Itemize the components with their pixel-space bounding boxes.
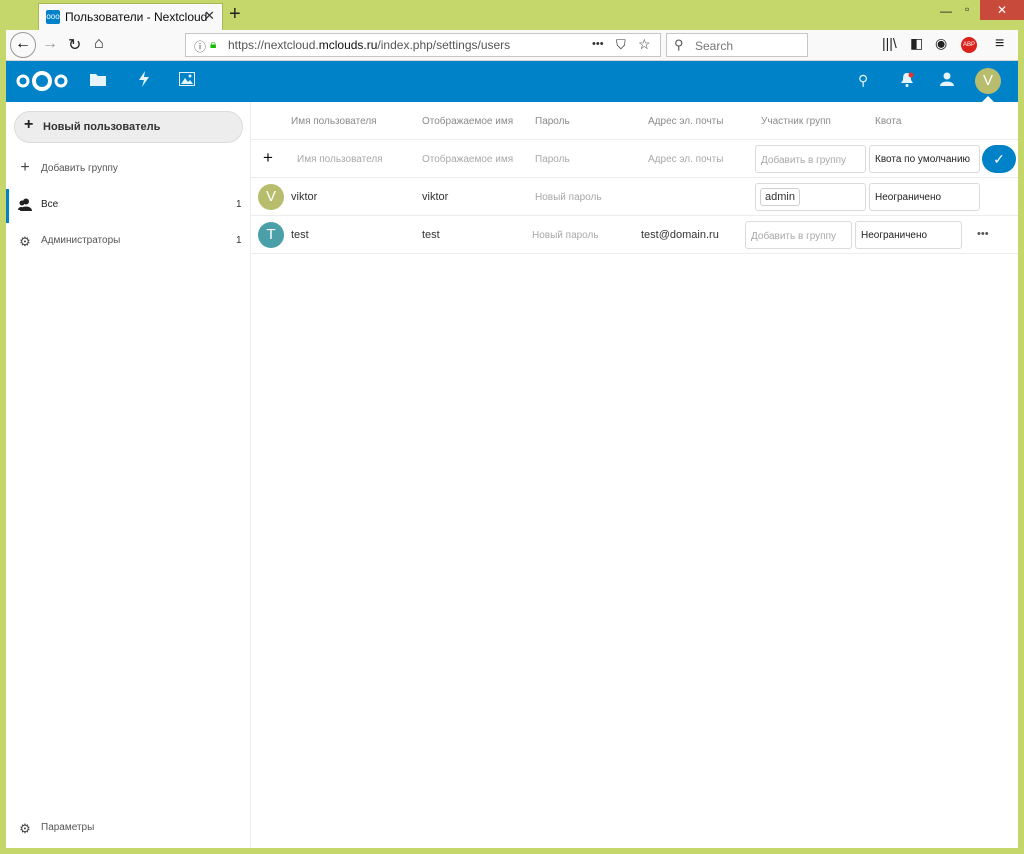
new-user-row: + Имя пользователя Отображаемое имя Паро… <box>251 140 1018 178</box>
add-group-button[interactable]: + Добавить группу <box>6 153 250 187</box>
active-indicator <box>6 189 9 223</box>
settings-label: Параметры <box>41 822 95 833</box>
displayname-field[interactable]: test <box>422 229 440 241</box>
quota-select[interactable]: Неограничено <box>855 221 962 249</box>
username: viktor <box>291 191 318 203</box>
notifications-icon[interactable] <box>900 72 914 93</box>
sidebar-toggle-icon[interactable]: ◧ <box>910 35 923 52</box>
nextcloud-logo-icon[interactable] <box>16 69 68 93</box>
new-tab-icon[interactable]: + <box>229 3 241 26</box>
maximize-icon[interactable]: ▫ <box>965 2 969 16</box>
groups-select[interactable]: admin <box>755 183 866 211</box>
browser-tab[interactable]: ooo Пользователи - Nextcloud ✕ <box>38 3 223 30</box>
password-field[interactable]: Новый пароль <box>532 230 599 241</box>
username: test <box>291 229 309 241</box>
email-input[interactable]: Адрес эл. почты <box>648 154 723 165</box>
sidebar-item-everyone[interactable]: Все 1 <box>6 189 250 223</box>
displayname-input[interactable]: Отображаемое имя <box>422 154 513 165</box>
column-header: Имя пользователя <box>291 116 377 127</box>
menu-icon[interactable]: ≡ <box>995 35 1004 53</box>
sidebar-item-label: Администраторы <box>41 235 121 246</box>
nextcloud-header: ⚲ V <box>6 61 1018 102</box>
window-close-icon[interactable]: ✕ <box>980 0 1024 20</box>
column-header: Отображаемое имя <box>422 116 514 127</box>
column-header: Квота <box>875 116 902 127</box>
groups-placeholder: Добавить в группу <box>761 155 846 166</box>
table-row: V viktor viktor Новый пароль admin Неогр… <box>251 178 1018 216</box>
column-header: Пароль <box>535 116 570 127</box>
table-row: T test test Новый пароль test@domain.ru … <box>251 216 1018 254</box>
search-bar[interactable]: ⚲ Search <box>666 33 808 57</box>
user-avatar[interactable]: V <box>975 68 1001 94</box>
new-user-label: Новый пользователь <box>43 121 161 133</box>
password-input[interactable]: Пароль <box>535 154 570 165</box>
minimize-icon[interactable]: — <box>940 4 952 18</box>
search-icon: ⚲ <box>674 37 684 52</box>
browser-toolbar: ← → ↻ ⌂ ⓘ 🔒︎ https://nextcloud.mclouds.r… <box>6 30 1018 61</box>
column-header: Адрес эл. почты <box>648 116 724 127</box>
sidebar-item-label: Все <box>41 199 59 210</box>
settings-button[interactable]: ⚙ Параметры <box>6 812 250 846</box>
confirm-button[interactable]: ✓ <box>982 145 1016 173</box>
lock-icon[interactable]: 🔒︎ <box>210 37 216 52</box>
plus-icon: + <box>20 159 30 176</box>
column-header: Участник групп <box>761 116 831 127</box>
home-icon[interactable]: ⌂ <box>94 35 104 53</box>
main-content: + Новый пользователь + Добавить группу В… <box>6 102 1018 848</box>
reload-icon[interactable]: ↻ <box>68 35 81 55</box>
displayname-field[interactable]: viktor <box>422 191 448 203</box>
new-user-button[interactable]: + Новый пользователь <box>14 111 243 143</box>
info-icon[interactable]: ⓘ <box>194 38 206 55</box>
activity-icon[interactable] <box>138 71 150 92</box>
group-tag: admin <box>760 188 800 206</box>
username-input[interactable]: Имя пользователя <box>297 154 383 165</box>
plus-icon: + <box>263 148 273 167</box>
search-placeholder: Search <box>695 39 734 53</box>
email-field[interactable]: test@domain.ru <box>641 229 719 241</box>
more-actions-icon[interactable]: ••• <box>977 228 989 240</box>
groups-select[interactable]: Добавить в группу <box>745 221 852 249</box>
plus-icon: + <box>24 116 34 133</box>
account-icon[interactable]: ◉ <box>935 35 947 52</box>
page-actions-icon[interactable]: ••• <box>592 38 604 50</box>
tab-title: Пользователи - Nextcloud <box>65 10 208 24</box>
tab-close-icon[interactable]: ✕ <box>204 8 215 24</box>
add-group-label: Добавить группу <box>41 163 118 174</box>
table-header: Имя пользователя Отображаемое имя Пароль… <box>251 102 1018 140</box>
app-navigation: + Новый пользователь + Добавить группу В… <box>6 102 251 848</box>
gallery-icon[interactable] <box>179 72 195 91</box>
forward-icon[interactable]: → <box>42 35 58 53</box>
users-table: Имя пользователя Отображаемое имя Пароль… <box>251 102 1018 302</box>
users-icon <box>18 198 32 214</box>
files-icon[interactable] <box>90 72 106 91</box>
address-bar[interactable]: ⓘ 🔒︎ https://nextcloud.mclouds.ru/index.… <box>185 33 661 57</box>
groups-placeholder: Добавить в группу <box>751 231 836 242</box>
gear-icon: ⚙ <box>19 821 31 836</box>
search-icon[interactable]: ⚲ <box>858 72 868 89</box>
titlebar: ooo Пользователи - Nextcloud ✕ + — ▫ ✕ <box>0 0 1024 30</box>
avatar: T <box>258 222 284 248</box>
sidebar-item-count: 1 <box>236 235 242 246</box>
password-field[interactable]: Новый пароль <box>535 192 602 203</box>
nextcloud-favicon-icon: ooo <box>46 10 60 24</box>
adblock-icon[interactable]: ABP <box>961 37 977 53</box>
pocket-icon[interactable]: ⛉ <box>616 37 626 53</box>
groups-select[interactable]: Добавить в группу <box>755 145 866 173</box>
url-text[interactable]: https://nextcloud.mclouds.ru/index.php/s… <box>228 38 510 52</box>
library-icon[interactable]: |||\ <box>882 35 897 51</box>
quota-select[interactable]: Квота по умолчанию <box>869 145 980 173</box>
gear-icon: ⚙ <box>19 234 31 249</box>
sidebar-item-admins[interactable]: ⚙ Администраторы 1 <box>6 225 250 259</box>
bookmark-star-icon[interactable]: ☆ <box>638 36 651 53</box>
back-icon[interactable]: ← <box>10 32 36 58</box>
sidebar-item-count: 1 <box>236 199 242 210</box>
quota-select[interactable]: Неограничено <box>869 183 980 211</box>
avatar: V <box>258 184 284 210</box>
contacts-icon[interactable] <box>940 72 954 91</box>
